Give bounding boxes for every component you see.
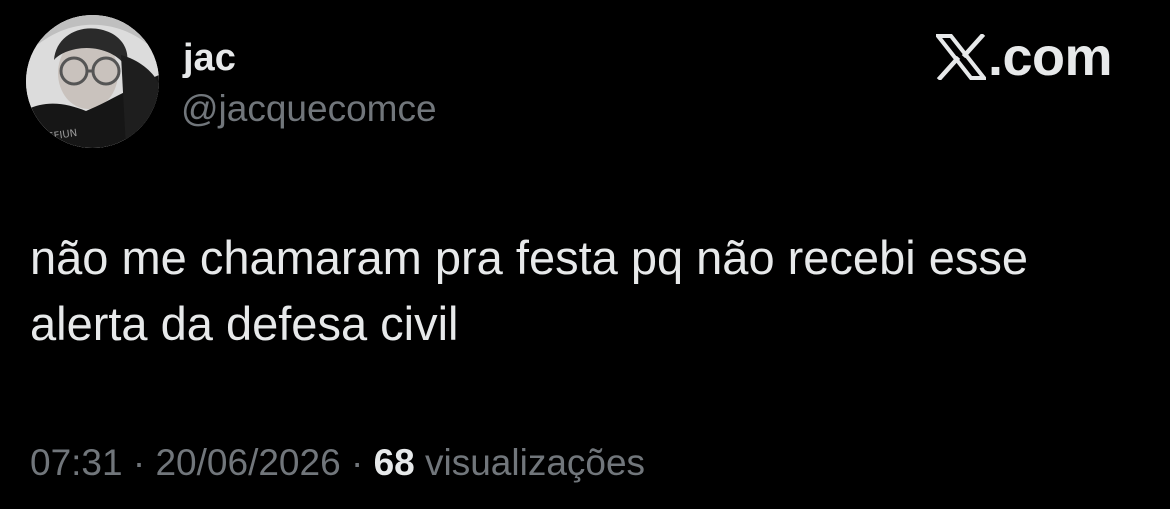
tweet-text-line: não me chamaram pra festa pq não recebi … (30, 231, 1028, 284)
display-name[interactable]: jac (183, 36, 236, 80)
views-count[interactable]: 68 (374, 442, 415, 483)
meta-separator: · (122, 442, 156, 483)
brand-domain-suffix: .com (987, 27, 1113, 87)
tweet-time[interactable]: 07:31 (30, 442, 123, 483)
avatar[interactable]: SFIUN (26, 15, 159, 148)
site-brand: .com (935, 26, 1113, 88)
x-logo-icon (935, 34, 986, 80)
tweet-text: não me chamaram pra festa pq não recebi … (30, 225, 1140, 357)
tweet-card: SFIUN jac @jacquecomce .com não me chama… (0, 0, 1170, 509)
tweet-text-line: alerta da defesa civil (30, 297, 459, 350)
views-label: visualizações (414, 442, 646, 483)
tweet-date[interactable]: 20/06/2026 (155, 442, 340, 483)
user-handle[interactable]: @jacquecomce (181, 87, 437, 131)
profile-photo: SFIUN (26, 15, 159, 148)
tweet-metadata: 07:31 · 20/06/2026 · 68 visualizações (30, 438, 645, 488)
meta-separator: · (340, 442, 374, 483)
